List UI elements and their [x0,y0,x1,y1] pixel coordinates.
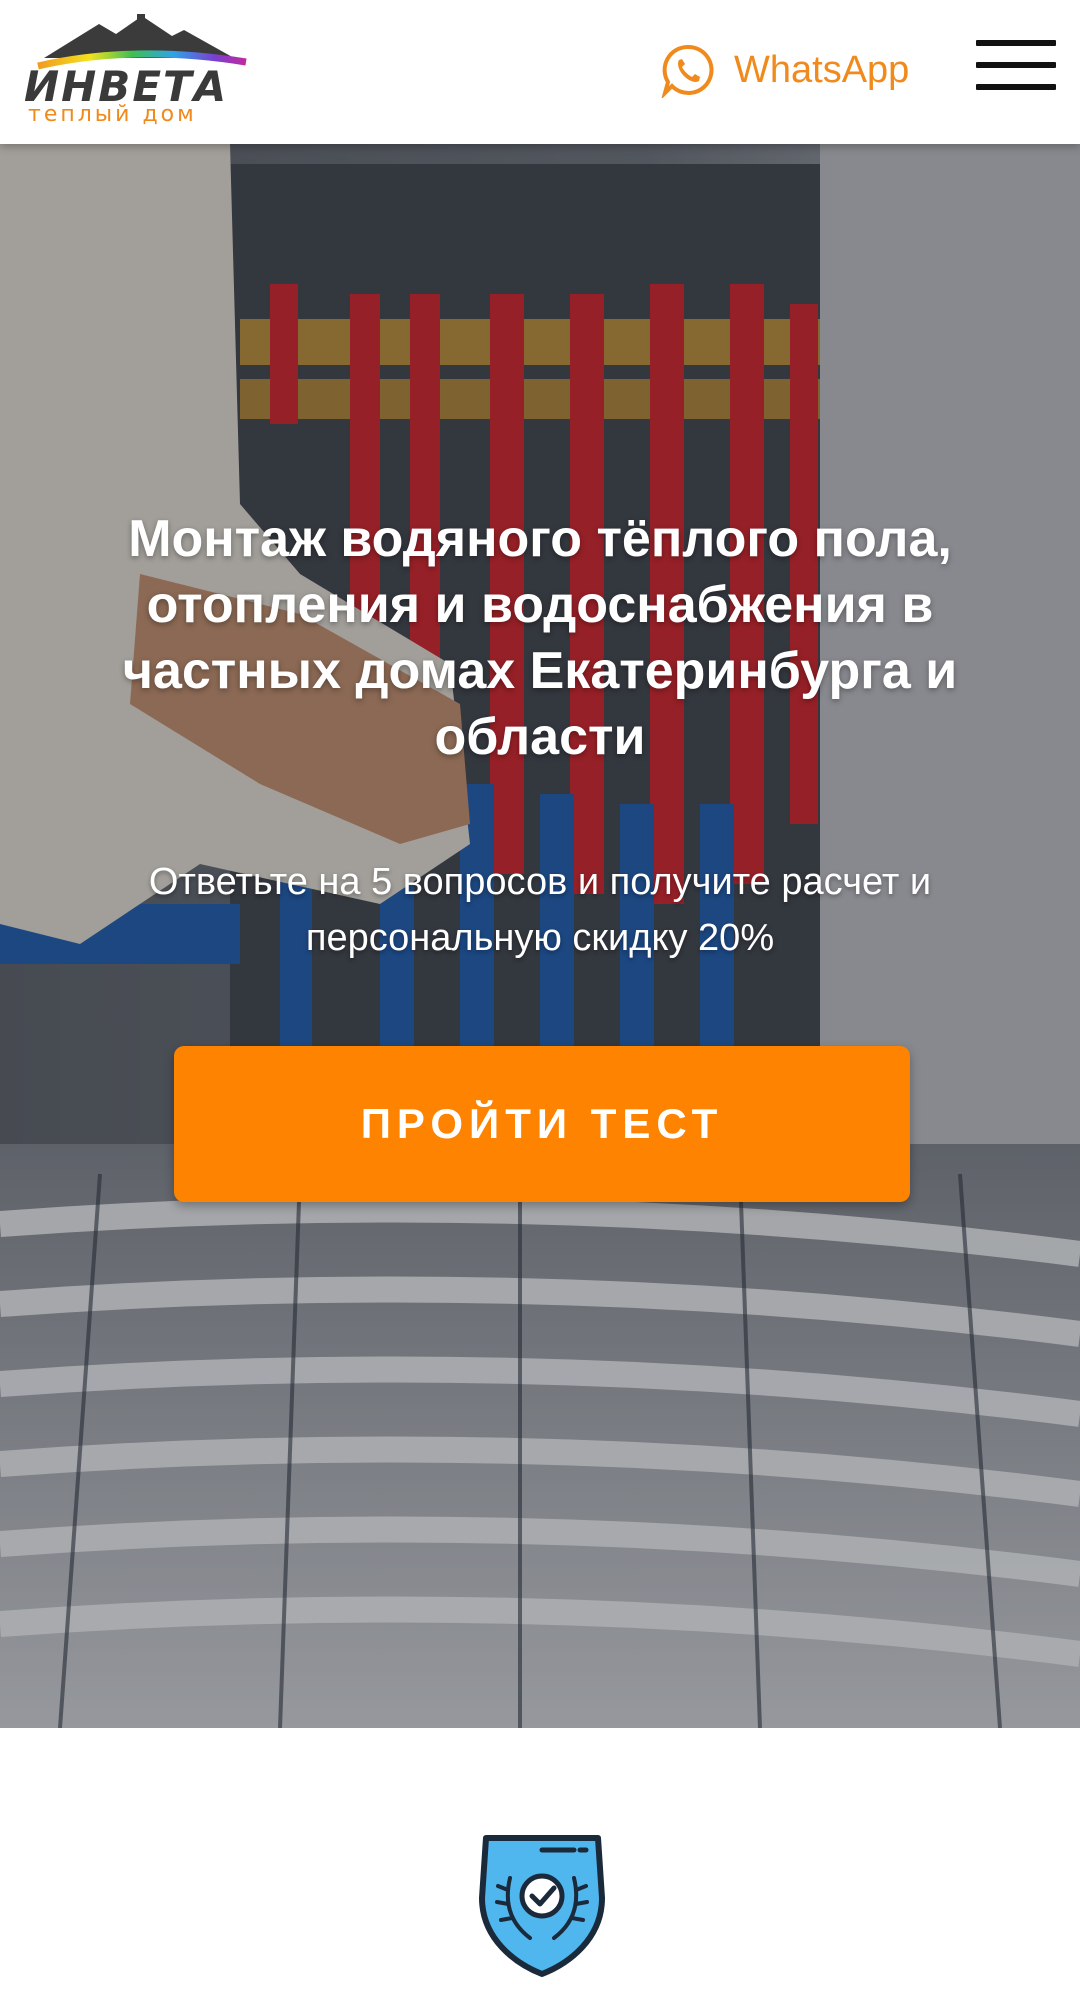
whatsapp-icon [661,44,714,98]
logo-roof-icon [37,14,247,70]
whatsapp-label: WhatsApp [734,48,910,91]
menu-line [976,40,1056,46]
logo[interactable]: ИНВЕТА теплый дом [24,10,274,127]
hero-subtitle: Ответьте на 5 вопросов и получите расчет… [148,861,932,959]
hero-section: Монтаж водяного тёплого пола, отопления … [0,144,1080,1728]
hamburger-menu-icon[interactable] [976,40,1056,90]
hero-title: Монтаж водяного тёплого пола, отопления … [122,510,958,766]
menu-line [976,84,1056,90]
whatsapp-link[interactable]: WhatsApp [660,38,909,102]
site-header: ИНВЕТА теплый дом WhatsApp [0,0,1080,144]
menu-line [976,62,1056,68]
shield-check-icon [470,1828,614,1978]
take-test-button[interactable]: ПРОЙТИ ТЕСТ [174,1046,910,1202]
logo-subtext: теплый дом [28,102,197,127]
